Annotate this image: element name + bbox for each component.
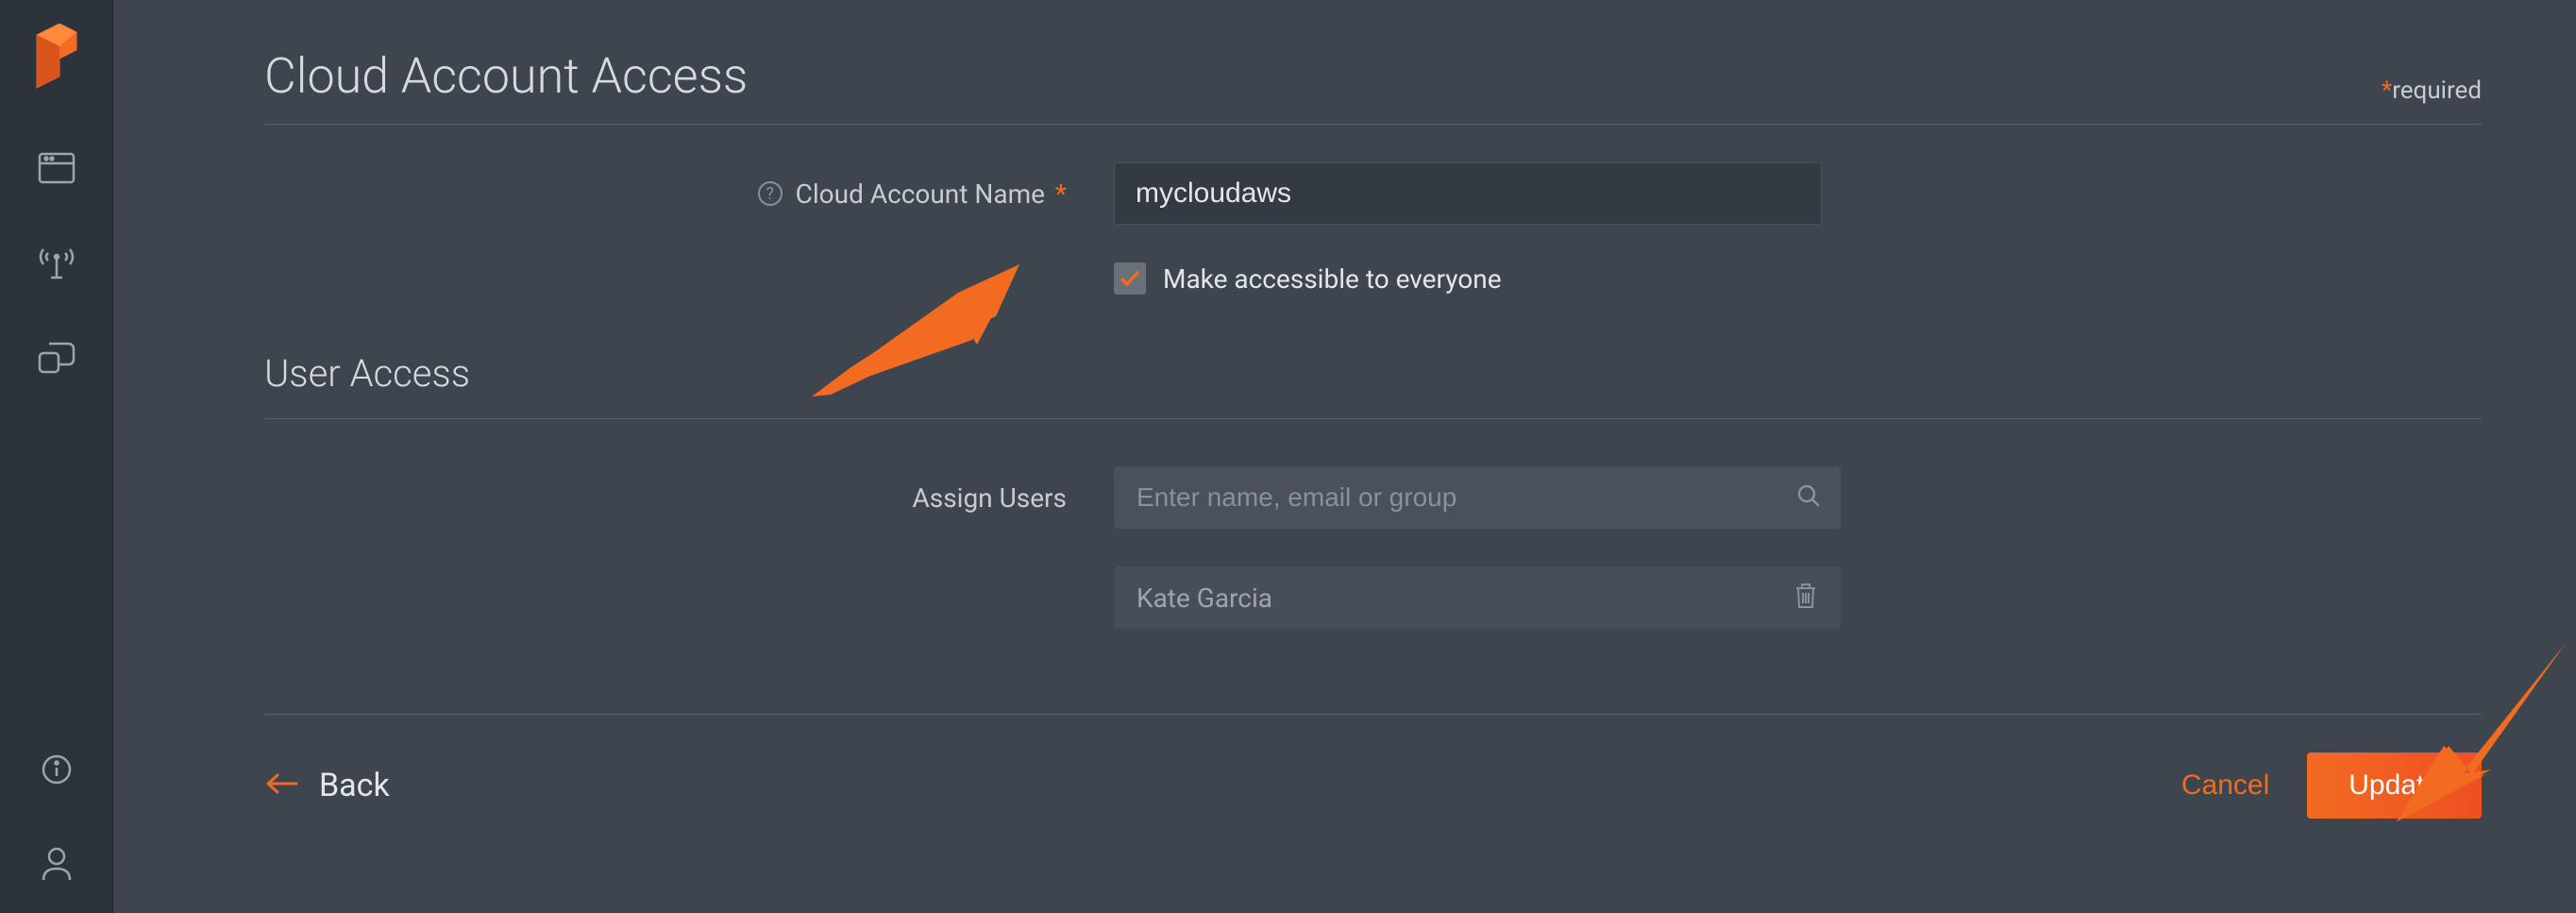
- update-button[interactable]: Update: [2307, 752, 2482, 819]
- sidebar: [0, 0, 113, 913]
- help-icon[interactable]: ?: [758, 181, 783, 206]
- assigned-user-chip: Kate Garcia: [1114, 566, 1841, 629]
- sidebar-item-dashboard[interactable]: [0, 123, 112, 217]
- assigned-user-name: Kate Garcia: [1136, 583, 1272, 614]
- cloud-account-name-input[interactable]: [1114, 162, 1822, 225]
- window-icon: [38, 152, 76, 188]
- assign-users-search[interactable]: [1114, 466, 1841, 529]
- antenna-icon: [36, 244, 77, 285]
- back-button[interactable]: Back: [264, 767, 390, 804]
- search-icon[interactable]: [1795, 482, 1822, 513]
- assign-users-label-wrap: Assign Users: [264, 482, 1114, 514]
- info-icon: [41, 753, 73, 789]
- logo: [30, 19, 82, 94]
- required-label: required: [2392, 76, 2482, 105]
- accessible-label: Make accessible to everyone: [1163, 263, 1502, 295]
- disk-group-icon: [36, 338, 77, 380]
- sidebar-item-network[interactable]: [0, 217, 112, 312]
- cloud-account-name-label-wrap: ? Cloud Account Name *: [264, 178, 1114, 210]
- user-icon: [41, 846, 73, 886]
- user-access-title: User Access: [264, 351, 2482, 396]
- section-divider: [264, 418, 2482, 419]
- sidebar-item-user[interactable]: [0, 819, 112, 913]
- arrow-left-icon: [264, 772, 298, 799]
- back-label: Back: [319, 767, 390, 804]
- required-note: *required: [2382, 76, 2482, 105]
- accessible-checkbox[interactable]: [1114, 262, 1146, 295]
- trash-icon[interactable]: [1793, 582, 1818, 614]
- cancel-button[interactable]: Cancel: [2181, 769, 2269, 802]
- page-title: Cloud Account Access: [264, 47, 748, 105]
- sidebar-item-storage[interactable]: [0, 312, 112, 406]
- assign-users-label: Assign Users: [912, 482, 1067, 514]
- main-content: Cloud Account Access *required ? Cloud A…: [113, 0, 2576, 913]
- cloud-account-name-label: Cloud Account Name: [796, 178, 1045, 210]
- sidebar-item-info[interactable]: [0, 724, 112, 819]
